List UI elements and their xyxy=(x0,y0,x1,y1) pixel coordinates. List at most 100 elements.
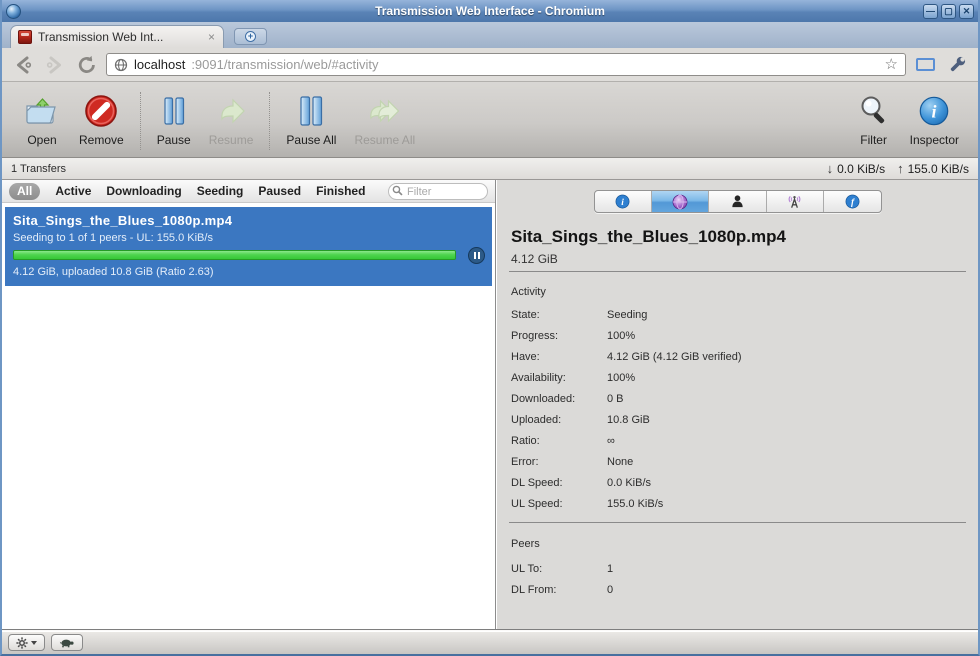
filter-tab-all[interactable]: All xyxy=(9,183,40,200)
reload-button[interactable] xyxy=(74,52,100,78)
remove-button[interactable]: Remove xyxy=(70,92,133,147)
tab-peers[interactable] xyxy=(709,191,766,212)
window-title: Transmission Web Interface - Chromium xyxy=(2,4,978,18)
minimize-button[interactable]: — xyxy=(923,4,938,19)
activity-row-state: State:Seeding xyxy=(511,304,968,325)
files-icon: f xyxy=(845,194,860,209)
svg-text:i: i xyxy=(932,102,937,122)
transfer-count: 1 Transfers xyxy=(11,163,66,175)
wrench-menu-button[interactable] xyxy=(944,52,970,78)
inspector-panel: i xyxy=(497,180,978,629)
open-folder-icon xyxy=(23,92,61,130)
tab-trackers[interactable] xyxy=(767,191,824,212)
activity-row-have: Have:4.12 GiB (4.12 GiB verified) xyxy=(511,346,968,367)
tab-files[interactable]: f xyxy=(824,191,880,212)
download-speed: ↓ 0.0 KiB/s xyxy=(827,161,886,176)
torrent-name: Sita_Sings_the_Blues_1080p.mp4 xyxy=(13,213,484,228)
globe-icon xyxy=(114,58,128,72)
info-icon: i xyxy=(615,194,630,209)
torrent-progress-bar xyxy=(13,250,456,260)
divider xyxy=(509,271,966,272)
tab-strip: Transmission Web Int... × + xyxy=(2,22,978,48)
svg-text:i: i xyxy=(621,198,624,208)
tab-close-icon[interactable]: × xyxy=(207,31,216,43)
transmission-toolbar: Open Remove xyxy=(2,82,978,158)
peers-row-dl-from: DL From:0 xyxy=(511,579,968,600)
filter-search xyxy=(388,182,488,201)
url-host: localhost xyxy=(134,57,185,72)
transfer-statusbar: 1 Transfers ↓ 0.0 KiB/s ↑ 155.0 KiB/s xyxy=(2,158,978,180)
activity-row-error: Error:None xyxy=(511,451,968,472)
tab-activity[interactable] xyxy=(652,191,709,212)
row-value: 1 xyxy=(607,563,613,575)
maximize-button[interactable]: ▢ xyxy=(941,4,956,19)
activity-row-ul-speed: UL Speed:155.0 KiB/s xyxy=(511,493,968,514)
pause-all-label: Pause All xyxy=(286,133,336,147)
new-tab-button[interactable]: + xyxy=(234,28,267,45)
activity-row-availability: Availability:100% xyxy=(511,367,968,388)
filter-label: Filter xyxy=(860,133,887,147)
wrench-icon xyxy=(946,54,968,76)
inspector-button[interactable]: i Inspector xyxy=(901,92,968,147)
down-arrow-icon: ↓ xyxy=(827,161,834,176)
close-button[interactable]: ✕ xyxy=(959,4,974,19)
tracker-antenna-icon xyxy=(786,194,803,210)
resume-all-button[interactable]: Resume All xyxy=(345,92,424,147)
bottom-toolbar xyxy=(2,630,978,654)
filter-tab-finished[interactable]: Finished xyxy=(316,185,365,197)
torrent-row[interactable]: Sita_Sings_the_Blues_1080p.mp4 Seeding t… xyxy=(5,207,492,286)
upload-speed: ↑ 155.0 KiB/s xyxy=(897,161,969,176)
alt-speed-turtle-button[interactable] xyxy=(51,634,83,651)
pause-all-button[interactable]: Pause All xyxy=(277,92,345,147)
turtle-icon xyxy=(59,638,75,648)
row-value: 100% xyxy=(607,330,635,342)
row-label: Uploaded: xyxy=(511,414,607,426)
transmission-favicon-icon xyxy=(18,30,32,44)
toolbar-right-group: Filter i Inspector xyxy=(847,92,968,147)
torrent-progress-fill xyxy=(14,251,455,259)
upload-speed-value: 155.0 KiB/s xyxy=(908,162,969,176)
filter-tab-seeding[interactable]: Seeding xyxy=(197,185,244,197)
pause-button[interactable]: Pause xyxy=(148,92,200,147)
forward-arrow-icon xyxy=(43,53,67,77)
window-controls: — ▢ ✕ xyxy=(923,4,974,19)
page-action-button[interactable] xyxy=(912,52,938,78)
row-value: 100% xyxy=(607,372,635,384)
activity-row-downloaded: Downloaded:0 B xyxy=(511,388,968,409)
activity-globe-icon xyxy=(672,194,688,210)
row-value: ∞ xyxy=(607,435,615,447)
peers-person-icon xyxy=(730,194,745,209)
browser-tab[interactable]: Transmission Web Int... × xyxy=(10,25,224,48)
row-value: 0.0 KiB/s xyxy=(607,477,651,489)
filter-tab-active[interactable]: Active xyxy=(55,185,91,197)
peers-heading: Peers xyxy=(511,538,540,550)
filter-tab-paused[interactable]: Paused xyxy=(258,185,301,197)
filter-button[interactable]: Filter xyxy=(847,92,901,147)
speed-summary: ↓ 0.0 KiB/s ↑ 155.0 KiB/s xyxy=(827,161,969,176)
torrent-pause-button[interactable] xyxy=(468,247,485,264)
tab-info[interactable]: i xyxy=(595,191,652,212)
bookmark-star-icon[interactable]: ☆ xyxy=(885,57,898,72)
frame-selection-icon xyxy=(916,58,935,71)
row-value: Seeding xyxy=(607,309,647,321)
filter-search-input[interactable] xyxy=(388,183,488,200)
settings-menu-button[interactable] xyxy=(8,634,45,651)
filter-tab-downloading[interactable]: Downloading xyxy=(106,185,181,197)
row-value: None xyxy=(607,456,633,468)
back-button[interactable] xyxy=(10,52,36,78)
url-bar[interactable]: localhost:9091/transmission/web/#activit… xyxy=(106,53,906,76)
row-value: 0 xyxy=(607,584,613,596)
toolbar-separator xyxy=(140,92,141,150)
search-icon xyxy=(392,185,403,196)
row-value: 0 B xyxy=(607,393,624,405)
activity-row-dl-speed: DL Speed:0.0 KiB/s xyxy=(511,472,968,493)
remove-icon xyxy=(83,92,119,130)
row-label: Error: xyxy=(511,456,607,468)
dropdown-arrow-icon xyxy=(31,641,37,645)
browser-navbar: localhost:9091/transmission/web/#activit… xyxy=(2,48,978,82)
divider xyxy=(509,522,966,523)
forward-button[interactable] xyxy=(42,52,68,78)
open-button[interactable]: Open xyxy=(14,92,70,147)
resume-icon xyxy=(213,92,249,130)
resume-button[interactable]: Resume xyxy=(200,92,263,147)
